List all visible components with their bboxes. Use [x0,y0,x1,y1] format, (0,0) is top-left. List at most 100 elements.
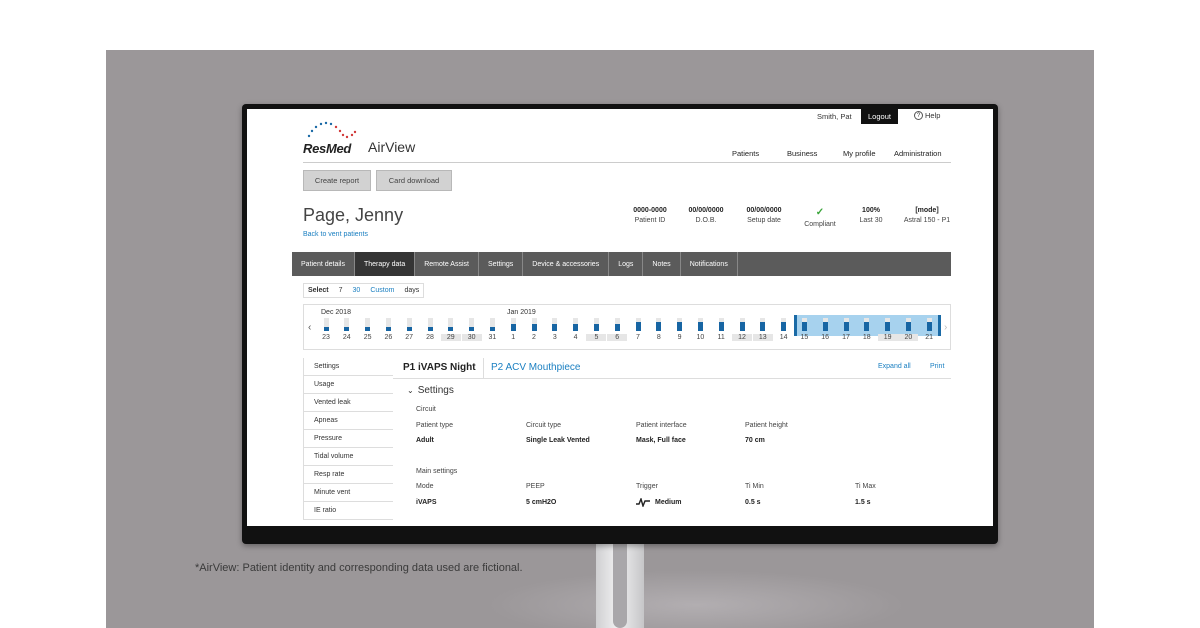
chevron-down-icon: ⌄ [407,386,414,395]
usage-bar [614,318,620,331]
calendar-day[interactable]: 7 [628,318,648,341]
program-tab-p2[interactable]: P2 ACV Mouthpiece [491,362,581,373]
sidebar-item-apneas[interactable]: Apneas [303,412,393,430]
calendar-day-label: 9 [677,334,682,341]
nav-patients[interactable]: Patients [732,149,759,158]
calendar-day-label: 15 [800,334,809,341]
calendar-day[interactable]: 25 [358,318,378,341]
program-tab-p1[interactable]: P1 iVAPS Night [403,362,476,373]
sidebar-item-resp-rate[interactable]: Resp rate [303,466,393,484]
logout-button[interactable]: Logout [861,109,898,124]
calendar-day-label: 13 [752,334,773,341]
calendar-day-label: 31 [488,334,497,341]
usage-bar [718,318,724,331]
calendar-day[interactable]: 23 [316,318,336,341]
calendar-day[interactable]: 21 [919,318,939,341]
range-custom[interactable]: Custom [370,287,394,294]
setting-label: Ti Min [745,483,764,490]
calendar-day[interactable]: 20 [898,318,919,341]
calendar-day-label: 14 [779,334,788,341]
calendar-day[interactable]: 14 [774,318,794,341]
stat-dob: 00/00/0000 D.O.B. [688,207,724,224]
calendar-day[interactable]: 27 [399,318,419,341]
calendar-day[interactable]: 13 [752,318,773,341]
calendar-day-label: 25 [363,334,372,341]
calendar-day[interactable]: 12 [732,318,752,341]
select-label: Select [308,287,329,294]
sidebar-item-tidal-volume[interactable]: Tidal volume [303,448,393,466]
sidebar-item-ie-ratio[interactable]: IE ratio [303,502,393,520]
calendar-day-label: 6 [607,334,628,341]
calendar-day[interactable]: 6 [607,318,628,341]
usage-bar [697,318,703,331]
tab-device-accessories[interactable]: Device & accessories [523,252,610,276]
setting-value: 70 cm [745,437,765,444]
nav-my-profile[interactable]: My profile [843,149,876,158]
setting-value: iVAPS [416,499,437,506]
setting-label: Patient interface [636,422,687,429]
tab-settings[interactable]: Settings [479,252,524,276]
usage-calendar: Dec 2018 Jan 2019 ‹ › 23 24 25 26 27 28 29 30 31… [303,304,951,350]
patient-name: Page, Jenny [303,205,404,225]
calendar-day[interactable]: 26 [378,318,398,341]
calendar-next-icon[interactable]: › [944,322,947,333]
tab-patient-details[interactable]: Patient details [292,252,355,276]
calendar-day[interactable]: 5 [586,318,607,341]
tab-remote-assist[interactable]: Remote Assist [415,252,479,276]
calendar-day[interactable]: 19 [877,318,898,341]
usage-bar [552,318,558,331]
calendar-day[interactable]: 24 [337,318,357,341]
trigger-value: Medium [636,498,681,507]
sidebar-item-usage[interactable]: Usage [303,376,393,394]
calendar-day[interactable]: 15 [794,318,814,341]
sidebar-item-vented-leak[interactable]: Vented leak [303,394,393,412]
tab-notes[interactable]: Notes [643,252,681,276]
calendar-day-label: 30 [461,334,482,341]
expand-all-link[interactable]: Expand all [878,363,911,370]
calendar-day[interactable]: 31 [482,318,502,341]
calendar-day[interactable]: 17 [836,318,856,341]
tab-therapy-data[interactable]: Therapy data [354,252,416,276]
calendar-day[interactable]: 9 [670,318,690,341]
day-range-selector: Select 7 30 Custom days [303,283,425,298]
calendar-day[interactable]: 30 [461,318,482,341]
nav-business[interactable]: Business [787,149,817,158]
sidebar-item-settings[interactable]: Settings [303,358,393,376]
setting-label: Patient height [745,422,788,429]
tab-notifications[interactable]: Notifications [681,252,738,276]
stat-compliant: ✓ Compliant [795,207,845,228]
calendar-day[interactable]: 1 [503,318,523,341]
sidebar-item-pressure[interactable]: Pressure [303,430,393,448]
calendar-day[interactable]: 10 [690,318,710,341]
range-unit: days [404,287,420,294]
calendar-day[interactable]: 28 [420,318,440,341]
setting-value: 5 cmH2O [526,499,557,506]
usage-bar [385,318,391,331]
usage-bar [781,318,787,331]
help-link[interactable]: ? Help [914,111,940,120]
calendar-day[interactable]: 29 [440,318,461,341]
calendar-day[interactable]: 3 [545,318,565,341]
calendar-day-label: 29 [440,334,461,341]
back-to-vent-patients-link[interactable]: Back to vent patients [303,231,368,238]
calendar-day[interactable]: 4 [566,318,586,341]
usage-bar [593,318,599,331]
calendar-day[interactable]: 11 [711,318,731,341]
calendar-day-label: 8 [656,334,661,341]
range-7-days[interactable]: 7 [339,287,343,294]
usage-bar [344,318,350,331]
sidebar-item-minute-vent[interactable]: Minute vent [303,484,393,502]
nav-administration[interactable]: Administration [894,149,942,158]
settings-section-header[interactable]: ⌄ Settings [407,385,454,396]
calendar-day[interactable]: 16 [815,318,835,341]
card-download-button[interactable]: Card download [376,170,452,191]
calendar-day[interactable]: 2 [524,318,544,341]
range-30-days[interactable]: 30 [353,287,361,294]
calendar-day[interactable]: 8 [649,318,669,341]
calendar-day-label: 23 [322,334,330,341]
calendar-day[interactable]: 18 [857,318,877,341]
tab-logs[interactable]: Logs [609,252,644,276]
print-link[interactable]: Print [930,363,944,370]
calendar-prev-icon[interactable]: ‹ [308,322,311,333]
create-report-button[interactable]: Create report [303,170,371,191]
